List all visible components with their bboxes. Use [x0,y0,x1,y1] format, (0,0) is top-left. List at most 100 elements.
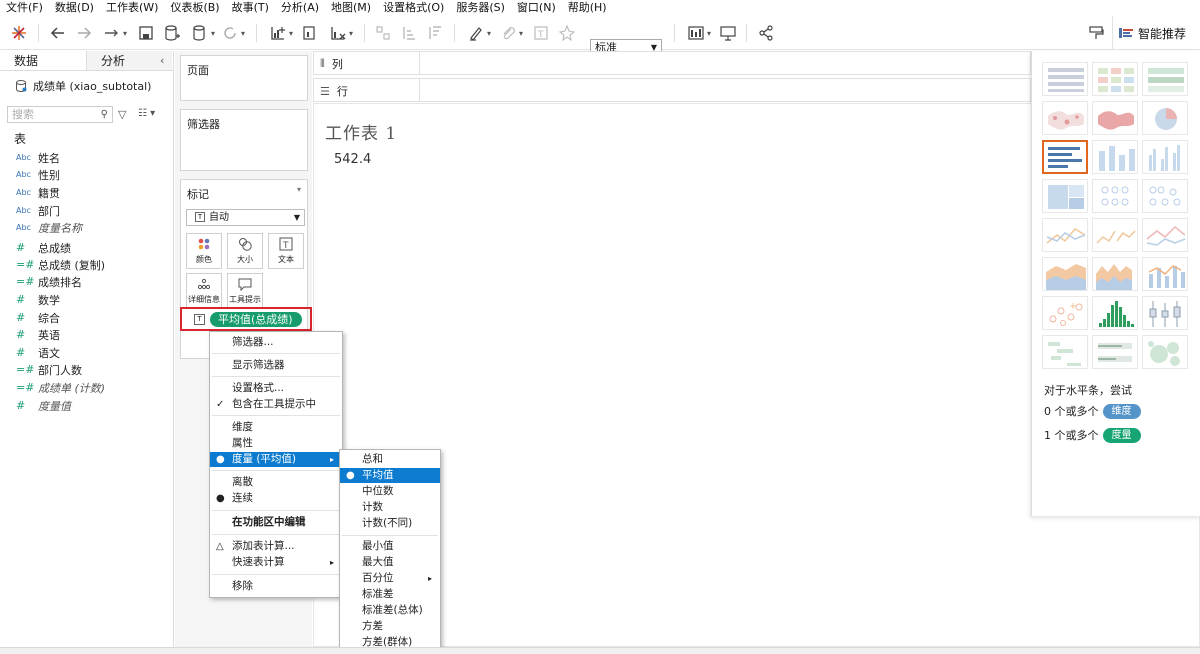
menu-item[interactable]: 移除 [210,579,342,594]
menu-server[interactable]: 服务器(S) [450,0,511,16]
area-chart-discrete-icon[interactable] [1092,257,1138,291]
field-item[interactable]: Abc 姓名 [16,149,60,166]
histogram-chart-icon[interactable] [1092,296,1138,330]
field-item[interactable]: =# 成绩单 (计数) [16,379,105,396]
worksheet-value[interactable]: 542.4 [334,152,371,167]
filter-icon[interactable]: ▽ [118,108,126,121]
collapse-pane-icon[interactable]: ‹ [160,54,164,67]
menu-item[interactable]: 中位数 [340,484,440,499]
filled-map-chart-icon[interactable] [1092,101,1138,135]
menu-worksheet[interactable]: 工作表(W) [100,0,164,16]
detail-button[interactable]: 详细信息 [186,273,222,309]
menu-item[interactable]: 方差 [340,619,440,634]
sort-ascending-icon[interactable] [400,23,418,43]
dual-line-chart-icon[interactable] [1142,218,1188,252]
field-item[interactable]: Abc 部门 [16,202,60,219]
clear-sheet-icon[interactable]: ▾ [326,23,356,43]
field-item[interactable]: # 度量值 [16,397,71,414]
pause-datasource-icon[interactable]: ▾ [188,23,218,43]
redo-icon[interactable] [74,23,94,43]
menu-item[interactable]: ● 度量 (平均值) ▸ [210,452,342,467]
menu-item[interactable]: 筛选器... [210,335,342,350]
refresh-icon[interactable]: ▾ [220,23,246,43]
field-item[interactable]: =# 成绩排名 [16,273,82,290]
side-by-side-bar-chart-icon[interactable] [1142,140,1188,174]
menu-item[interactable]: 设置格式... [210,381,342,396]
text-button[interactable]: T 文本 [268,233,304,269]
menu-item[interactable]: 离散 [210,475,342,490]
menu-map[interactable]: 地图(M) [325,0,377,16]
menu-dashboard[interactable]: 仪表板(B) [164,0,225,16]
presentation-mode-icon[interactable] [718,23,738,43]
group-paperclip-icon[interactable]: ▾ [498,23,524,43]
field-item[interactable]: # 总成绩 [16,239,71,256]
text-table-chart-icon[interactable] [1042,62,1088,96]
field-item[interactable]: # 英语 [16,326,60,343]
datasource-item[interactable]: 成绩单 (xiao_subtotal) [16,78,151,94]
menu-item[interactable]: ✓ 包含在工具提示中 [210,397,342,412]
rows-shelf[interactable]: ☰ 行 [313,78,1031,102]
menu-item[interactable]: 快速表计算 ▸ [210,555,342,570]
menu-item[interactable]: 属性 [210,436,342,451]
duplicate-sheet-icon[interactable] [300,23,320,43]
search-input[interactable]: 搜索 ⚲ [7,106,113,123]
menu-item[interactable]: 计数 [340,500,440,515]
avg-total-score-pill[interactable]: 平均值(总成绩) [210,312,302,327]
menu-story[interactable]: 故事(T) [226,0,275,16]
scatter-plot-chart-icon[interactable] [1042,296,1088,330]
share-icon[interactable] [756,23,776,43]
field-item[interactable]: # 数学 [16,291,60,308]
show-labels-icon[interactable]: T [532,23,550,43]
field-item[interactable]: # 综合 [16,309,60,326]
packed-bubbles-chart-icon[interactable] [1142,335,1188,369]
view-options-icon[interactable]: ☷ ▾ [138,108,155,119]
sheet-tabs-strip[interactable] [0,647,1200,654]
new-datasource-icon[interactable] [162,23,182,43]
smart-recommend-button[interactable]: 智能推荐 [1112,16,1200,50]
menu-item[interactable]: ● 连续 [210,491,342,506]
gantt-chart-icon[interactable] [1042,335,1088,369]
field-item[interactable]: =# 总成绩 (复制) [16,256,105,273]
box-whisker-chart-icon[interactable] [1142,296,1188,330]
field-item[interactable]: =# 部门人数 [16,361,82,378]
save-icon[interactable] [136,23,156,43]
sort-descending-icon[interactable] [426,23,444,43]
menu-item[interactable]: 百分位 ▸ [340,571,440,586]
tableau-logo-icon[interactable] [10,23,28,43]
menu-item[interactable]: 最小值 [340,539,440,554]
stacked-bar-chart-icon[interactable] [1092,140,1138,174]
menu-format[interactable]: 设置格式(O) [377,0,450,16]
menu-item[interactable]: 标准差 [340,587,440,602]
circle-views-chart-icon[interactable] [1092,179,1138,213]
discrete-line-chart-icon[interactable] [1092,218,1138,252]
menu-item[interactable]: 计数(不同) [340,516,440,531]
menu-item[interactable]: 维度 [210,420,342,435]
horizontal-bar-chart-icon[interactable] [1042,140,1088,174]
bullet-graph-chart-icon[interactable] [1092,335,1138,369]
pages-shelf[interactable]: 页面 [180,55,308,101]
menu-help[interactable]: 帮助(H) [562,0,613,16]
menu-file[interactable]: 文件(F) [0,0,49,16]
highlight-icon[interactable]: ▾ [466,23,492,43]
tooltip-button[interactable]: 工具提示 [227,273,263,309]
menu-data[interactable]: 数据(D) [49,0,100,16]
columns-shelf[interactable]: ⦀ 列 [313,51,1031,75]
tab-data[interactable]: 数据 [0,51,86,70]
menu-item[interactable]: 标准差(总体) [340,603,440,618]
treemap-chart-icon[interactable] [1042,179,1088,213]
paint-roller-icon[interactable] [1086,23,1106,43]
field-item[interactable]: # 语文 [16,344,60,361]
heatmap-chart-icon[interactable] [1092,62,1138,96]
menu-item[interactable]: △ 添加表计算... [210,539,342,554]
menu-item[interactable]: ● 平均值 [340,468,440,483]
symbol-map-chart-icon[interactable] [1042,101,1088,135]
swap-rows-columns-icon[interactable] [374,23,392,43]
field-item[interactable]: Abc 度量名称 [16,219,82,236]
menu-item[interactable]: 在功能区中编辑 [210,515,342,530]
highlight-table-chart-icon[interactable] [1142,62,1188,96]
new-worksheet-icon[interactable]: ▾ [266,23,296,43]
show-cards-icon[interactable]: ▾ [684,23,714,43]
menu-analysis[interactable]: 分析(A) [275,0,325,16]
menu-item[interactable]: 最大值 [340,555,440,570]
fix-axes-pin-icon[interactable] [558,23,576,43]
